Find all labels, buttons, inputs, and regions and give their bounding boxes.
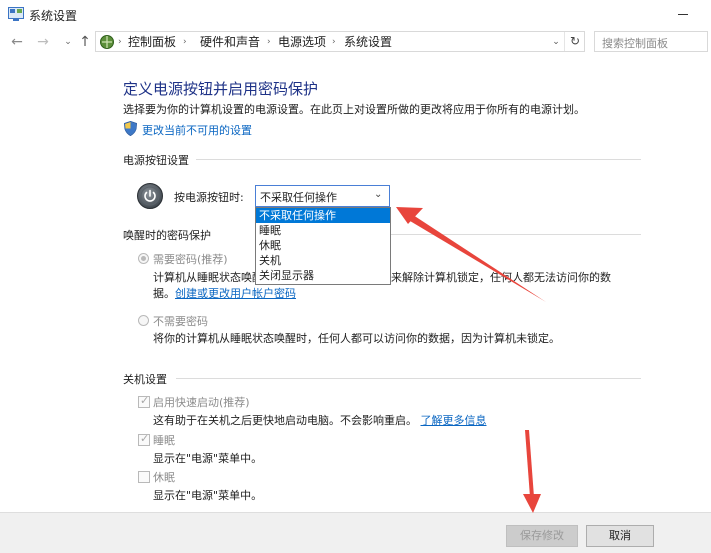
search-placeholder: 搜索控制面板: [602, 37, 668, 50]
power-button-section-title: 电源按钮设置: [123, 154, 189, 167]
recent-locations-chevron-icon[interactable]: ⌄: [59, 32, 77, 52]
dropdown-option[interactable]: 睡眠: [256, 223, 390, 238]
section-divider: [196, 159, 641, 160]
uac-shield-icon: [124, 121, 137, 136]
cancel-button[interactable]: 取消: [586, 525, 654, 547]
power-button-label: 按电源按钮时:: [174, 191, 244, 204]
breadcrumb-item[interactable]: 控制面板: [128, 34, 176, 50]
shutdown-section-title: 关机设置: [123, 373, 167, 386]
checkmark-icon: ✓: [140, 432, 150, 445]
breadcrumb-separator-icon: ›: [267, 37, 271, 47]
dropdown-option[interactable]: 关机: [256, 253, 390, 268]
selected-action: 不采取任何操作: [260, 191, 337, 204]
fast-startup-checkbox[interactable]: ✓: [138, 394, 150, 408]
hibernate-checkbox[interactable]: [138, 471, 150, 483]
dropdown-annotation-arrow: [396, 207, 546, 302]
address-bar[interactable]: › 控制面板 › 硬件和声音 › 电源选项 › 系统设置 ⌄ ↻: [95, 31, 585, 52]
minimize-button[interactable]: [663, 0, 703, 30]
require-password-desc-line2: 据。创建或更改用户帐户密码: [153, 285, 296, 301]
checkmark-icon: ✓: [140, 394, 150, 407]
arrow-shaft: [525, 430, 534, 497]
page-title: 定义电源按钮并启用密码保护: [123, 80, 319, 98]
fast-startup-label: 启用快速启动(推荐): [153, 396, 250, 409]
footer-bar: 保存修改 取消: [0, 512, 711, 553]
require-password-radio[interactable]: [138, 253, 149, 264]
arrow-head: [396, 207, 423, 224]
learn-more-link[interactable]: 了解更多信息: [421, 414, 487, 427]
back-arrow-icon[interactable]: ←: [8, 32, 26, 52]
title-bar: 系统设置: [0, 0, 711, 30]
no-password-label: 不需要密码: [153, 315, 208, 328]
save-changes-button[interactable]: 保存修改: [506, 525, 578, 547]
dropdown-option[interactable]: 不采取任何操作: [256, 208, 390, 223]
no-password-radio[interactable]: [138, 315, 149, 326]
no-password-desc: 将你的计算机从睡眠状态唤醒时，任何人都可以访问你的数据，因为计算机未锁定。: [153, 332, 560, 345]
dropdown-option[interactable]: 休眠: [256, 238, 390, 253]
window-title: 系统设置: [29, 9, 78, 23]
breadcrumb-separator-icon: ›: [183, 37, 187, 47]
sleep-label: 睡眠: [153, 434, 175, 447]
wake-password-section-title: 唤醒时的密码保护: [123, 229, 211, 242]
navigation-bar: ← → ⌄ ↑ › 控制面板 › 硬件和声音 › 电源选项 › 系统设置 ⌄ ↻…: [0, 30, 711, 54]
up-arrow-icon[interactable]: ↑: [76, 32, 94, 52]
power-button-action-select[interactable]: 不采取任何操作 ⌄: [255, 185, 390, 207]
require-password-desc-right: 来解除计算机锁定，任何人都无法访问你的数: [391, 271, 611, 284]
arrow-head: [523, 494, 541, 513]
section-divider: [176, 378, 641, 379]
address-history-chevron-icon[interactable]: ⌄: [549, 34, 563, 50]
hibernate-label: 休眠: [153, 471, 175, 484]
save-annotation-arrow: [523, 430, 541, 513]
arrow-shaft: [405, 213, 546, 302]
breadcrumb-separator-icon: ›: [332, 37, 336, 47]
dropdown-option[interactable]: 关闭显示器: [256, 268, 390, 283]
breadcrumb-item[interactable]: 系统设置: [344, 34, 392, 50]
forward-arrow-icon[interactable]: →: [34, 32, 52, 52]
chevron-down-icon: ⌄: [374, 189, 383, 200]
change-unavailable-settings-link[interactable]: 更改当前不可用的设置: [142, 122, 252, 138]
desc-prefix: 据。: [153, 287, 175, 300]
sleep-desc: 显示在"电源"菜单中。: [153, 452, 263, 465]
require-password-desc-left: 计算机从睡眠状态唤醒: [153, 271, 263, 284]
control-panel-icon: [100, 35, 114, 49]
power-button-icon: [137, 183, 163, 209]
refresh-icon[interactable]: ↻: [564, 32, 585, 51]
breadcrumb-separator-icon: ›: [118, 37, 122, 47]
page-description: 选择要为你的计算机设置的电源设置。在此页上对设置所做的更改将应用于你所有的电源计…: [123, 103, 585, 116]
fast-startup-desc: 这有助于在关机之后更快地启动电脑。不会影响重启。 了解更多信息: [153, 412, 487, 428]
fast-startup-desc-text: 这有助于在关机之后更快地启动电脑。不会影响重启。: [153, 414, 417, 427]
breadcrumb-item[interactable]: 硬件和声音: [200, 34, 260, 50]
sleep-checkbox[interactable]: ✓: [138, 432, 150, 446]
breadcrumb-item[interactable]: 电源选项: [278, 34, 326, 50]
search-input[interactable]: 搜索控制面板: [594, 31, 708, 52]
create-change-password-link[interactable]: 创建或更改用户帐户密码: [175, 287, 296, 300]
require-password-label: 需要密码(推荐): [153, 253, 228, 266]
power-action-dropdown-list: 不采取任何操作 睡眠 休眠 关机 关闭显示器: [255, 207, 391, 285]
control-panel-icon: [8, 7, 24, 21]
hibernate-desc: 显示在"电源"菜单中。: [153, 489, 263, 502]
section-divider: [391, 234, 641, 235]
